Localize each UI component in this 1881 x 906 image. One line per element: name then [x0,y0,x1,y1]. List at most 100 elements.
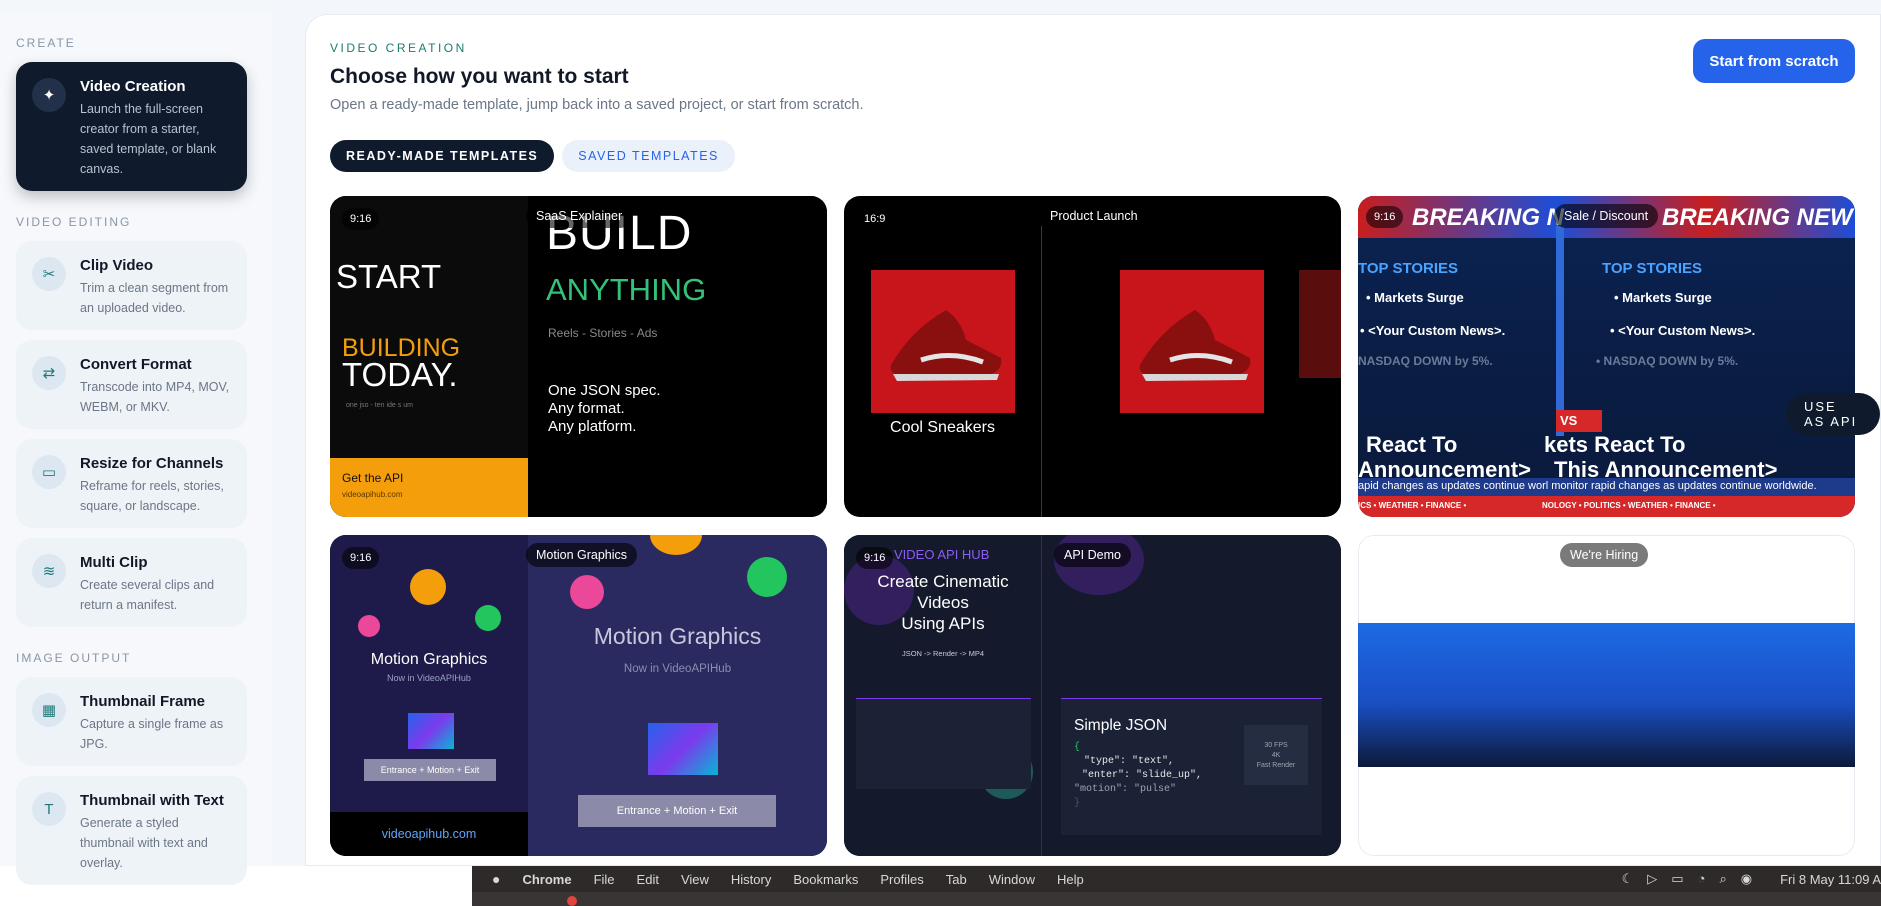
sidebar-item-title: Multi Clip [80,554,148,571]
ticker-text: apid changes as updates continue worl mo… [1358,480,1817,492]
code-line-5: } [1074,798,1081,809]
screen-icon: ▭ [32,455,66,489]
sidebar-item-video-creation[interactable]: ✦ Video Creation Launch the full-screen … [16,62,247,191]
decor-circle [410,569,446,605]
menu-history[interactable]: History [731,872,771,887]
grid-icon: ▦ [32,693,66,727]
menu-edit[interactable]: Edit [637,872,659,887]
status-icons[interactable]: ☾▷▭◔⌕◉ [1622,871,1766,887]
spec-line-2: Any format. [548,400,625,417]
template-card-motion-graphics[interactable]: 9:16 Motion Graphics Motion Graphics Now… [330,535,827,856]
story-1-right: • Markets Surge [1614,290,1712,305]
template-tabs: READY-MADE TEMPLATES SAVED TEMPLATES [330,140,735,172]
sidebar-item-title: Resize for Channels [80,455,224,472]
footer-text-left: ICS • WEATHER • FINANCE • [1358,501,1467,510]
template-card-product-launch[interactable]: 16:9 Product Launch Cool Sneakers [844,196,1341,517]
sidebar-item-title: Video Creation [80,78,186,95]
top-stories-right: TOP STORIES [1602,260,1703,277]
sidebar-item-resize-for-channels[interactable]: ▭ Resize for Channels Reframe for reels,… [16,439,247,528]
json-title: Simple JSON [1074,717,1168,734]
decor-circle [358,615,380,637]
template-card-api-demo[interactable]: 9:16 API Demo VIDEO API HUB Create Cinem… [844,535,1341,856]
footer-text-right: NOLOGY • POLITICS • WEATHER • FINANCE • [1542,501,1716,510]
code-line-3: "enter": "slide_up", [1082,770,1203,781]
motion-sub-right: Now in VideoAPIHub [623,663,732,675]
headline-line-1: Create Cinematic [877,572,1009,591]
json-code: { "type": "text", "enter": "slide_up", "… [1074,741,1202,811]
template-card-sale-discount[interactable]: 9:16 Sale / Discount BREAKING N BREAKING… [1358,196,1855,517]
menu-tab[interactable]: Tab [946,872,967,887]
aspect-ratio-badge: 16:9 [856,208,894,230]
formats-text: Reels - Stories - Ads [548,326,658,340]
menu-window[interactable]: Window [989,872,1035,887]
anything-text: ANYTHING [546,272,707,307]
tab-saved-templates[interactable]: SAVED TEMPLATES [562,140,735,172]
sneaker-image-left [871,270,1015,413]
spec-line-3: Any platform. [548,418,637,435]
react-line-1-left: React To [1366,432,1458,457]
menu-view[interactable]: View [681,872,709,887]
decor-circle [475,605,501,631]
small-caption: one jso - ten ide s um [346,402,413,409]
sneaker-image-right [1120,270,1264,413]
sidebar-item-clip-video[interactable]: ✂ Clip Video Trim a clean segment from a… [16,241,247,330]
sidebar-item-thumbnail-frame[interactable]: ▦ Thumbnail Frame Capture a single frame… [16,677,247,766]
template-name-badge: We're Hiring [1560,543,1649,567]
motion-title-right: Motion Graphics [593,623,762,649]
aspect-ratio-badge: 9:16 [856,547,894,569]
use-as-api-button[interactable]: USE AS API [1786,393,1880,435]
story-2-right: • <Your Custom News>. [1610,323,1756,338]
sidebar-item-desc: Trim a clean segment from an uploaded vi… [80,281,229,315]
tab-ready-made-templates[interactable]: READY-MADE TEMPLATES [330,140,555,172]
sidebar-item-title: Thumbnail Frame [80,693,206,710]
menu-chrome[interactable]: Chrome [522,872,571,887]
template-name-badge: SaaS Explainer [526,204,633,228]
spec-speed: Fast Render [1256,762,1296,769]
menu-bookmarks[interactable]: Bookmarks [793,872,858,887]
template-name-badge: Sale / Discount [1554,204,1659,228]
close-window-icon[interactable] [567,896,577,906]
arrows-exchange-icon: ⇄ [32,356,66,390]
sidebar: CREATE ✦ Video Creation Launch the full-… [0,12,272,885]
template-name-badge: API Demo [1054,543,1131,567]
apple-icon[interactable]: ● [492,871,500,887]
menu-profiles[interactable]: Profiles [880,872,923,887]
code-line-4: "motion": "pulse" [1074,784,1177,795]
panel-divider [1556,226,1564,436]
breaking-text-right: BREAKING NEW [1662,204,1853,231]
sidebar-item-multi-clip[interactable]: ≋ Multi Clip Create several clips and re… [16,538,247,627]
motion-url: videoapihub.com [381,827,477,841]
divider [1041,226,1042,517]
sidebar-item-thumbnail-with-text[interactable]: T Thumbnail with Text Generate a styled … [16,776,247,885]
menu-file[interactable]: File [594,872,615,887]
sidebar-item-desc: Capture a single frame as JPG. [80,717,224,751]
hiring-banner [1358,623,1855,767]
sidebar-item-title: Clip Video [80,257,154,274]
aspect-ratio-badge: 9:16 [342,208,380,230]
motion-sub-left: Now in VideoAPIHub [387,673,471,683]
start-text: START [336,258,442,295]
headline-line-3: Using APIs [901,614,985,633]
sidebar-item-desc: Transcode into MP4, MOV, WEBM, or MKV. [80,380,230,414]
top-stories-left: TOP STORIES [1358,260,1459,277]
spec-resolution: 4K [1271,752,1281,759]
template-card-were-hiring[interactable]: We're Hiring [1358,535,1855,856]
aspect-ratio-badge: 9:16 [1366,206,1404,228]
decor-circle [570,575,604,609]
hub-text: VIDEO API HUB [894,547,990,562]
start-from-scratch-button[interactable]: Start from scratch [1693,39,1855,83]
motion-art-left [408,713,454,749]
scissors-icon: ✂ [32,257,66,291]
main-panel: VIDEO CREATION Choose how you want to st… [305,14,1881,866]
cta-bar [330,458,528,517]
sparkle-icon: ✦ [32,78,66,112]
menu-help[interactable]: Help [1057,872,1084,887]
spec-fps: 30 FPS [1264,742,1288,749]
template-name-badge: Product Launch [1040,204,1148,228]
api-headline: Create Cinematic Videos Using APIs [844,571,1042,634]
layers-icon: ≋ [32,554,66,588]
template-card-saas-explainer[interactable]: 9:16 SaaS Explainer START BUILDING TODAY… [330,196,827,517]
sidebar-item-convert-format[interactable]: ⇄ Convert Format Transcode into MP4, MOV… [16,340,247,429]
spec-lines: One JSON spec. Any format. Any platform. [548,382,661,436]
macos-menu-bar: ● Chrome File Edit View History Bookmark… [472,866,1881,892]
